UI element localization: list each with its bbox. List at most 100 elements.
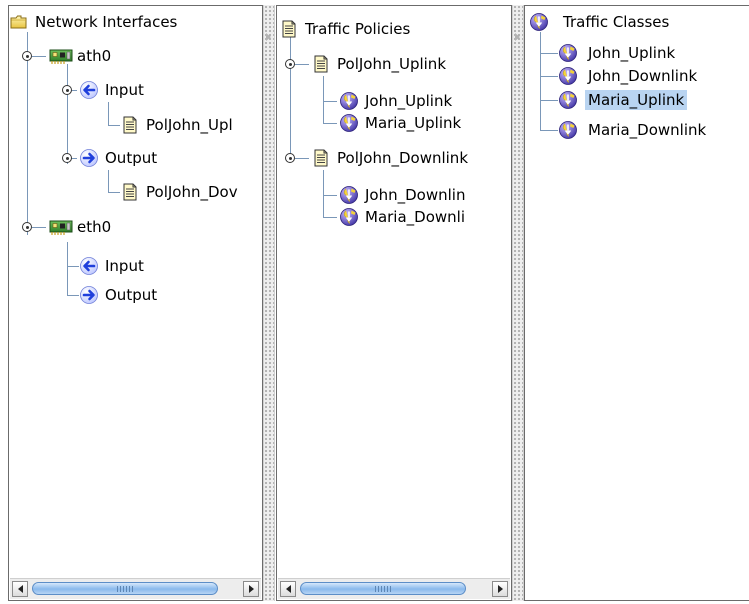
arrow-left-small-icon (285, 585, 291, 593)
tree-node-label-selected: Maria_Uplink (585, 90, 688, 110)
tree-node-label: John_Uplink (588, 44, 676, 62)
tree-node-label: Network Interfaces (35, 13, 178, 31)
tree-connector (108, 170, 109, 193)
scroll-right-button[interactable] (492, 581, 508, 597)
globe-icon (339, 91, 359, 111)
arrow-left-icon (79, 256, 99, 276)
tree-node-poljohn-uplink[interactable]: PolJohn_Uplink (311, 52, 446, 76)
document-icon (311, 148, 331, 168)
tree-connector (108, 192, 120, 193)
tree-connector (32, 56, 46, 57)
scrollbar-thumb[interactable] (300, 582, 466, 595)
tree-node-label: John_Downlink (588, 67, 698, 85)
tree-node-network-interfaces[interactable]: Network Interfaces (9, 10, 177, 34)
scroll-left-button[interactable] (280, 581, 296, 597)
document-icon (311, 54, 331, 74)
arrow-right-icon (79, 285, 99, 305)
document-icon (279, 19, 299, 39)
arrow-left-icon (79, 80, 99, 100)
tree-node-eth0-input[interactable]: Input (79, 254, 144, 278)
traffic-classes-pane[interactable]: Traffic Classes John_Uplink John_Downlin… (524, 5, 749, 601)
tree-node-label: John_Uplink (365, 92, 453, 110)
expand-toggle-poljohn-downlink[interactable] (285, 153, 295, 163)
tree-node-label: Traffic Classes (563, 13, 670, 31)
globe-icon (339, 207, 359, 227)
network-card-icon (49, 46, 73, 66)
collapse-arrow-icon[interactable] (515, 33, 520, 41)
globe-icon (558, 43, 578, 63)
globe-icon (558, 120, 578, 140)
tree-connector (67, 64, 68, 164)
tree-node-label: PolJohn_Upl (146, 116, 233, 134)
grip-icon (375, 586, 391, 592)
tree-node-class-item[interactable]: John_Downlink (558, 64, 697, 88)
tree-connector (67, 266, 79, 267)
tree-node-eth0[interactable]: eth0 (49, 215, 111, 239)
document-icon (120, 115, 140, 135)
scrollbar-thumb[interactable] (32, 582, 218, 595)
arrow-left-small-icon (17, 585, 23, 593)
tree-connector (323, 76, 324, 124)
expand-toggle-poljohn-uplink[interactable] (285, 59, 295, 69)
tree-node-label: PolJohn_Dov (146, 183, 238, 201)
tree-node-label: Maria_Downli (365, 208, 465, 226)
arrow-right-small-icon (497, 585, 503, 593)
tree-node-uplink-class[interactable]: John_Uplink (339, 89, 452, 113)
traffic-policies-pane[interactable]: Traffic Policies PolJohn_Uplink John_Upl… (276, 5, 512, 601)
globe-icon (529, 12, 549, 32)
tree-node-poljohn-downlink[interactable]: PolJohn_Downlink (311, 146, 468, 170)
pane-splitter[interactable] (263, 5, 275, 601)
tree-connector (540, 130, 558, 131)
tree-node-uplink-class[interactable]: Maria_Uplink (339, 111, 461, 135)
network-interfaces-pane[interactable]: Network Interfaces ath0 Input PolJohn_Up… (8, 5, 263, 601)
tree-connector (323, 123, 337, 124)
globe-icon (339, 113, 359, 133)
scroll-left-button[interactable] (12, 581, 28, 597)
tree-connector (540, 100, 558, 101)
tree-connector (27, 32, 28, 235)
tree-node-class-item[interactable]: John_Uplink (558, 41, 675, 65)
globe-icon (558, 90, 578, 110)
tree-node-traffic-classes[interactable]: Traffic Classes (529, 10, 669, 34)
tree-node-ath0-output[interactable]: Output (79, 146, 157, 170)
scroll-right-button[interactable] (243, 581, 259, 597)
tree-node-ath0-input[interactable]: Input (79, 78, 144, 102)
tree-connector (540, 32, 541, 131)
tree-connector (67, 242, 68, 296)
tree-node-downlink-class[interactable]: Maria_Downli (339, 205, 465, 229)
tree-node-downlink-class[interactable]: John_Downlin (339, 183, 465, 207)
tree-connector (290, 32, 291, 158)
tree-node-ath0-input-policy[interactable]: PolJohn_Upl (120, 113, 233, 137)
tree-node-class-item[interactable]: Maria_Downlink (558, 118, 706, 142)
tree-node-label: Maria_Uplink (365, 114, 462, 132)
tree-connector (323, 217, 337, 218)
horizontal-scrollbar[interactable] (278, 578, 510, 599)
expand-toggle-ath0[interactable] (22, 51, 32, 61)
tree-node-ath0-output-policy[interactable]: PolJohn_Dov (120, 180, 238, 204)
tree-connector (32, 227, 46, 228)
tree-connector (295, 158, 309, 159)
globe-icon (558, 66, 578, 86)
pane-splitter[interactable] (512, 5, 524, 601)
tree-connector (295, 64, 309, 65)
tree-connector (540, 53, 558, 54)
tree-node-eth0-output[interactable]: Output (79, 283, 157, 307)
tree-node-class-item-selected[interactable]: Maria_Uplink (558, 88, 688, 112)
tree-connector (108, 125, 120, 126)
tree-connector (540, 76, 558, 77)
tree-connector (323, 195, 337, 196)
collapse-arrow-icon[interactable] (266, 33, 271, 41)
horizontal-scrollbar[interactable] (10, 578, 261, 599)
arrow-right-icon (79, 148, 99, 168)
tree-node-label: ath0 (77, 47, 112, 65)
tree-node-label: John_Downlin (365, 186, 466, 204)
expand-toggle-ath0-input[interactable] (62, 85, 72, 95)
tree-node-label: PolJohn_Uplink (337, 55, 446, 73)
tree-node-ath0[interactable]: ath0 (49, 44, 111, 68)
tree-node-traffic-policies[interactable]: Traffic Policies (279, 17, 410, 41)
tree-node-label: Output (105, 286, 158, 304)
tree-node-label: Maria_Downlink (588, 121, 707, 139)
expand-toggle-eth0[interactable] (22, 222, 32, 232)
expand-toggle-ath0-output[interactable] (62, 153, 72, 163)
folder-icon (9, 12, 29, 32)
